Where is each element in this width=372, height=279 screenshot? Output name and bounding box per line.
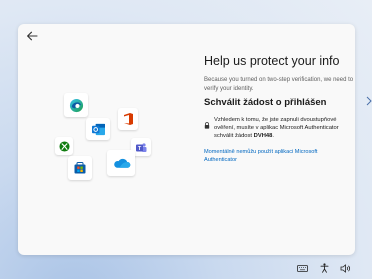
authenticator-notice: Vzhledem k tomu, že jste zapnuli dvoustu… [204, 116, 354, 140]
approve-request-heading: Schválit žádost o přihlášen [204, 97, 327, 108]
outlook-icon [86, 118, 110, 140]
office-icon [118, 108, 138, 130]
oobe-window: T Help us protect your info Because you … [18, 24, 355, 255]
onedrive-icon [107, 150, 135, 176]
keyboard-icon[interactable] [296, 263, 308, 273]
notice-prefix: Vzhledem k tomu, že jste zapnuli dvoustu… [214, 117, 339, 139]
verification-panel: Help us protect your info Because you tu… [204, 54, 354, 164]
notice-text: Vzhledem k tomu, že jste zapnuli dvoustu… [214, 116, 352, 140]
accessibility-icon[interactable] [318, 263, 330, 273]
page-title: Help us protect your info [204, 54, 340, 68]
edge-icon [64, 93, 88, 117]
xbox-icon [55, 137, 73, 155]
volume-icon[interactable] [339, 263, 351, 273]
store-icon [68, 156, 92, 180]
cannot-use-authenticator-link[interactable]: Momentálně nemůžu použít aplikaci Micros… [204, 148, 344, 164]
notice-suffix: . [272, 133, 274, 139]
approval-code: DVH48 [253, 133, 273, 139]
lock-icon [204, 116, 214, 140]
chevron-right-icon[interactable] [366, 96, 372, 106]
back-arrow-icon[interactable] [26, 30, 38, 42]
page-description: Because you turned on two-step verificat… [204, 77, 354, 92]
